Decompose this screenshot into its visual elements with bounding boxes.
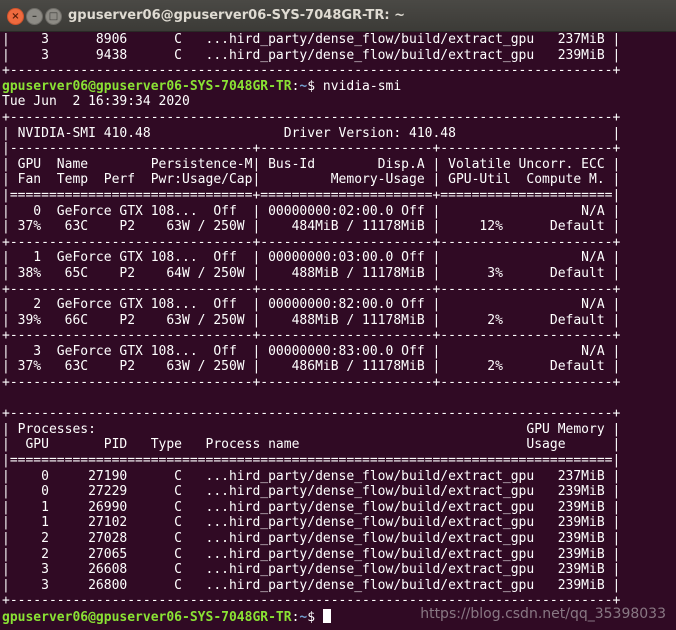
close-button[interactable]: × xyxy=(7,8,24,25)
output-line: | 37% 63C P2 63W / 250W | 486MiB / 11178… xyxy=(2,359,621,375)
output-line: | GPU PID Type Process name Usage | xyxy=(2,437,621,453)
output-line: | 1 GeForce GTX 108... Off | 00000000:03… xyxy=(2,250,621,266)
output-line: +---------------------------------------… xyxy=(2,406,621,422)
prompt-symbol: $ xyxy=(307,609,323,625)
scrollback-line: | 3 9438 C ...hird_party/dense_flow/buil… xyxy=(2,47,621,63)
output-line: | 1 27102 C ...hird_party/dense_flow/bui… xyxy=(2,515,621,531)
output-line: +-------------------------------+-------… xyxy=(2,375,621,391)
scrollback-section: | 3 8906 C ...hird_party/dense_flow/buil… xyxy=(2,32,676,79)
maximize-button[interactable]: □ xyxy=(45,8,62,25)
output-line: | 2 27028 C ...hird_party/dense_flow/bui… xyxy=(2,531,621,546)
output-line: | 0 27229 C ...hird_party/dense_flow/bui… xyxy=(2,484,621,500)
window-title: gpuserver06@gpuserver06-SYS-7048GR-TR: ~ xyxy=(68,8,406,23)
output-line: | 39% 66C P2 63W / 250W | 488MiB / 11178… xyxy=(2,312,621,328)
prompt-user-host: gpuserver06@gpuserver06-SYS-7048GR-TR xyxy=(2,609,292,625)
watermark: https://blog.csdn.net/qq_35398033 xyxy=(420,606,666,622)
output-line: | 0 27190 C ...hird_party/dense_flow/bui… xyxy=(2,468,621,484)
output-line: |===============================+=======… xyxy=(2,187,621,203)
output-line: | 37% 63C P2 63W / 250W | 484MiB / 11178… xyxy=(2,219,621,235)
output-line: | 3 26608 C ...hird_party/dense_flow/bui… xyxy=(2,562,621,578)
output-line: | Processes: GPU Memory | xyxy=(2,421,621,437)
output-line: +-------------------------------+-------… xyxy=(2,328,621,344)
output-line: +-------------------------------+-------… xyxy=(2,234,621,250)
minimize-button[interactable]: – xyxy=(26,8,43,25)
output-line: | Fan Temp Perf Pwr:Usage/Cap| Memory-Us… xyxy=(2,172,621,188)
scrollback-line: +---------------------------------------… xyxy=(2,63,621,79)
output-line: |=======================================… xyxy=(2,453,621,469)
output-line: Tue Jun 2 16:39:34 2020 xyxy=(2,94,190,110)
output-line: | 38% 65C P2 64W / 250W | 488MiB / 11178… xyxy=(2,265,621,281)
terminal-output[interactable]: | 3 8906 C ...hird_party/dense_flow/buil… xyxy=(2,31,676,630)
command-text: nvidia-smi xyxy=(322,78,402,94)
title-bar[interactable]: × – □ gpuserver06@gpuserver06-SYS-7048GR… xyxy=(0,0,676,32)
output-line: |-------------------------------+-------… xyxy=(2,141,621,157)
output-line: | NVIDIA-SMI 410.48 Driver Version: 410.… xyxy=(2,125,621,141)
terminal-window: × – □ gpuserver06@gpuserver06-SYS-7048GR… xyxy=(0,0,676,630)
prompt-user-host: gpuserver06@gpuserver06-SYS-7048GR-TR xyxy=(2,78,292,94)
output-line: +---------------------------------------… xyxy=(2,109,621,125)
text-cursor xyxy=(322,608,331,623)
command-output: Tue Jun 2 16:39:34 2020 +----------------… xyxy=(2,94,676,609)
output-line: | GPU Name Persistence-M| Bus-Id Disp.A … xyxy=(2,156,621,172)
output-line: | 0 GeForce GTX 108... Off | 00000000:02… xyxy=(2,203,621,219)
output-line: | 2 27065 C ...hird_party/dense_flow/bui… xyxy=(2,546,621,562)
scrollback-line: | 3 8906 C ...hird_party/dense_flow/buil… xyxy=(2,32,621,47)
output-line: +-------------------------------+-------… xyxy=(2,281,621,297)
output-line: | 3 26800 C ...hird_party/dense_flow/bui… xyxy=(2,577,621,593)
prompt-symbol: $ xyxy=(307,78,323,94)
output-line: | 1 26990 C ...hird_party/dense_flow/bui… xyxy=(2,499,621,515)
output-line: | 2 GeForce GTX 108... Off | 00000000:82… xyxy=(2,297,621,313)
output-line: | 3 GeForce GTX 108... Off | 00000000:83… xyxy=(2,343,621,359)
command-line: gpuserver06@gpuserver06-SYS-7048GR-TR:~$… xyxy=(2,79,676,95)
